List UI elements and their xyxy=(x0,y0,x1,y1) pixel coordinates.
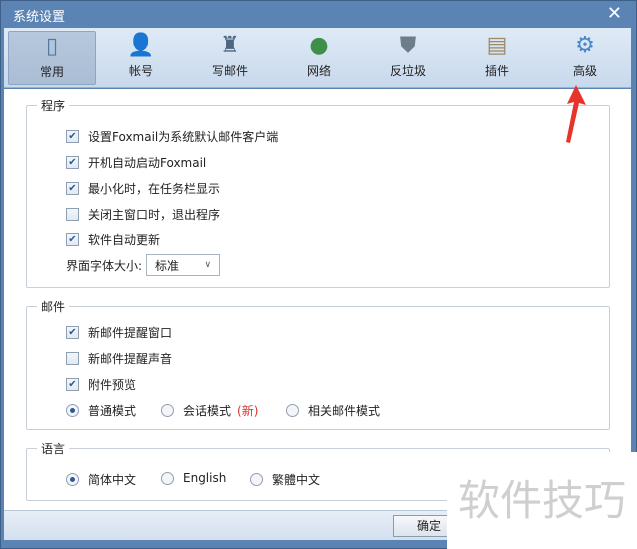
chevron-down-icon: ∨ xyxy=(204,260,212,270)
radio[interactable] xyxy=(250,473,263,486)
tab-compose[interactable]: ♜ 写邮件 xyxy=(186,31,274,85)
checkbox[interactable]: ✔ xyxy=(66,130,79,143)
radio-conversation-mode[interactable]: 会话模式 (新) xyxy=(161,402,258,419)
checkbox-default-client[interactable]: ✔ 设置Foxmail为系统默认邮件客户端 xyxy=(66,128,278,145)
radio[interactable] xyxy=(66,473,79,486)
ink-bottle-icon: ♜ xyxy=(220,33,240,58)
tab-general[interactable]: ▯ 常用 xyxy=(8,31,96,85)
checkbox[interactable]: ✔ xyxy=(66,233,79,246)
radio[interactable] xyxy=(161,404,174,417)
group-title: 程序 xyxy=(37,97,70,114)
annotation-arrow-icon xyxy=(566,85,586,143)
settings-tabs: ▯ 常用 👤 帐号 ♜ 写邮件 ● 网络 ⛊ 反垃圾 ▤ 插件 ⚙ 高级 xyxy=(4,28,631,88)
checkbox-attachment-preview[interactable]: ✔ 附件预览 xyxy=(66,376,136,393)
new-badge: (新) xyxy=(237,404,259,418)
window-title: 系统设置 xyxy=(13,10,66,25)
close-icon[interactable]: ✕ xyxy=(607,3,622,24)
checkbox[interactable]: ✔ xyxy=(66,326,79,339)
checkbox[interactable] xyxy=(66,352,79,365)
checkbox[interactable] xyxy=(66,208,79,221)
globe-icon: ● xyxy=(309,33,329,58)
shield-icon: ⛊ xyxy=(399,33,417,58)
font-size-row: 界面字体大小: 标准 ∨ xyxy=(66,254,221,276)
radio-traditional-chinese[interactable]: 繁體中文 xyxy=(250,471,320,488)
checkbox[interactable]: ✔ xyxy=(66,156,79,169)
radio[interactable] xyxy=(66,404,79,417)
watermark: 软件技巧 xyxy=(447,452,637,549)
radio-related-mode[interactable]: 相关邮件模式 xyxy=(286,402,380,419)
switch-icon: ▯ xyxy=(45,34,59,59)
checkbox-minimize-taskbar[interactable]: ✔ 最小化时，在任务栏显示 xyxy=(66,180,220,197)
checkbox-autostart[interactable]: ✔ 开机自动启动Foxmail xyxy=(66,154,206,171)
tab-network[interactable]: ● 网络 xyxy=(275,31,363,85)
checkbox-new-mail-window[interactable]: ✔ 新邮件提醒窗口 xyxy=(66,324,172,341)
box-icon: ▤ xyxy=(486,33,508,58)
radio-normal-mode[interactable]: 普通模式 xyxy=(66,402,136,419)
radio[interactable] xyxy=(161,471,174,485)
group-title: 邮件 xyxy=(37,298,70,315)
checkbox-auto-update[interactable]: ✔ 软件自动更新 xyxy=(66,231,160,248)
tab-antispam[interactable]: ⛊ 反垃圾 xyxy=(364,31,452,85)
tab-advanced[interactable]: ⚙ 高级 xyxy=(541,31,629,85)
tab-account[interactable]: 👤 帐号 xyxy=(97,31,185,85)
checkbox[interactable]: ✔ xyxy=(66,182,79,195)
group-title: 语言 xyxy=(37,440,70,457)
checkbox-new-mail-sound[interactable]: 新邮件提醒声音 xyxy=(66,350,172,367)
radio-english[interactable]: English xyxy=(161,471,226,485)
font-size-select[interactable]: 标准 ∨ xyxy=(146,254,221,276)
user-icon: 👤 xyxy=(127,33,155,58)
gear-icon: ⚙ xyxy=(575,33,595,58)
tab-plugins[interactable]: ▤ 插件 xyxy=(453,31,541,85)
checkbox[interactable]: ✔ xyxy=(66,378,79,391)
radio[interactable] xyxy=(286,404,299,417)
radio-simplified-chinese[interactable]: 简体中文 xyxy=(66,471,136,488)
checkbox-close-exit[interactable]: 关闭主窗口时，退出程序 xyxy=(66,206,220,223)
